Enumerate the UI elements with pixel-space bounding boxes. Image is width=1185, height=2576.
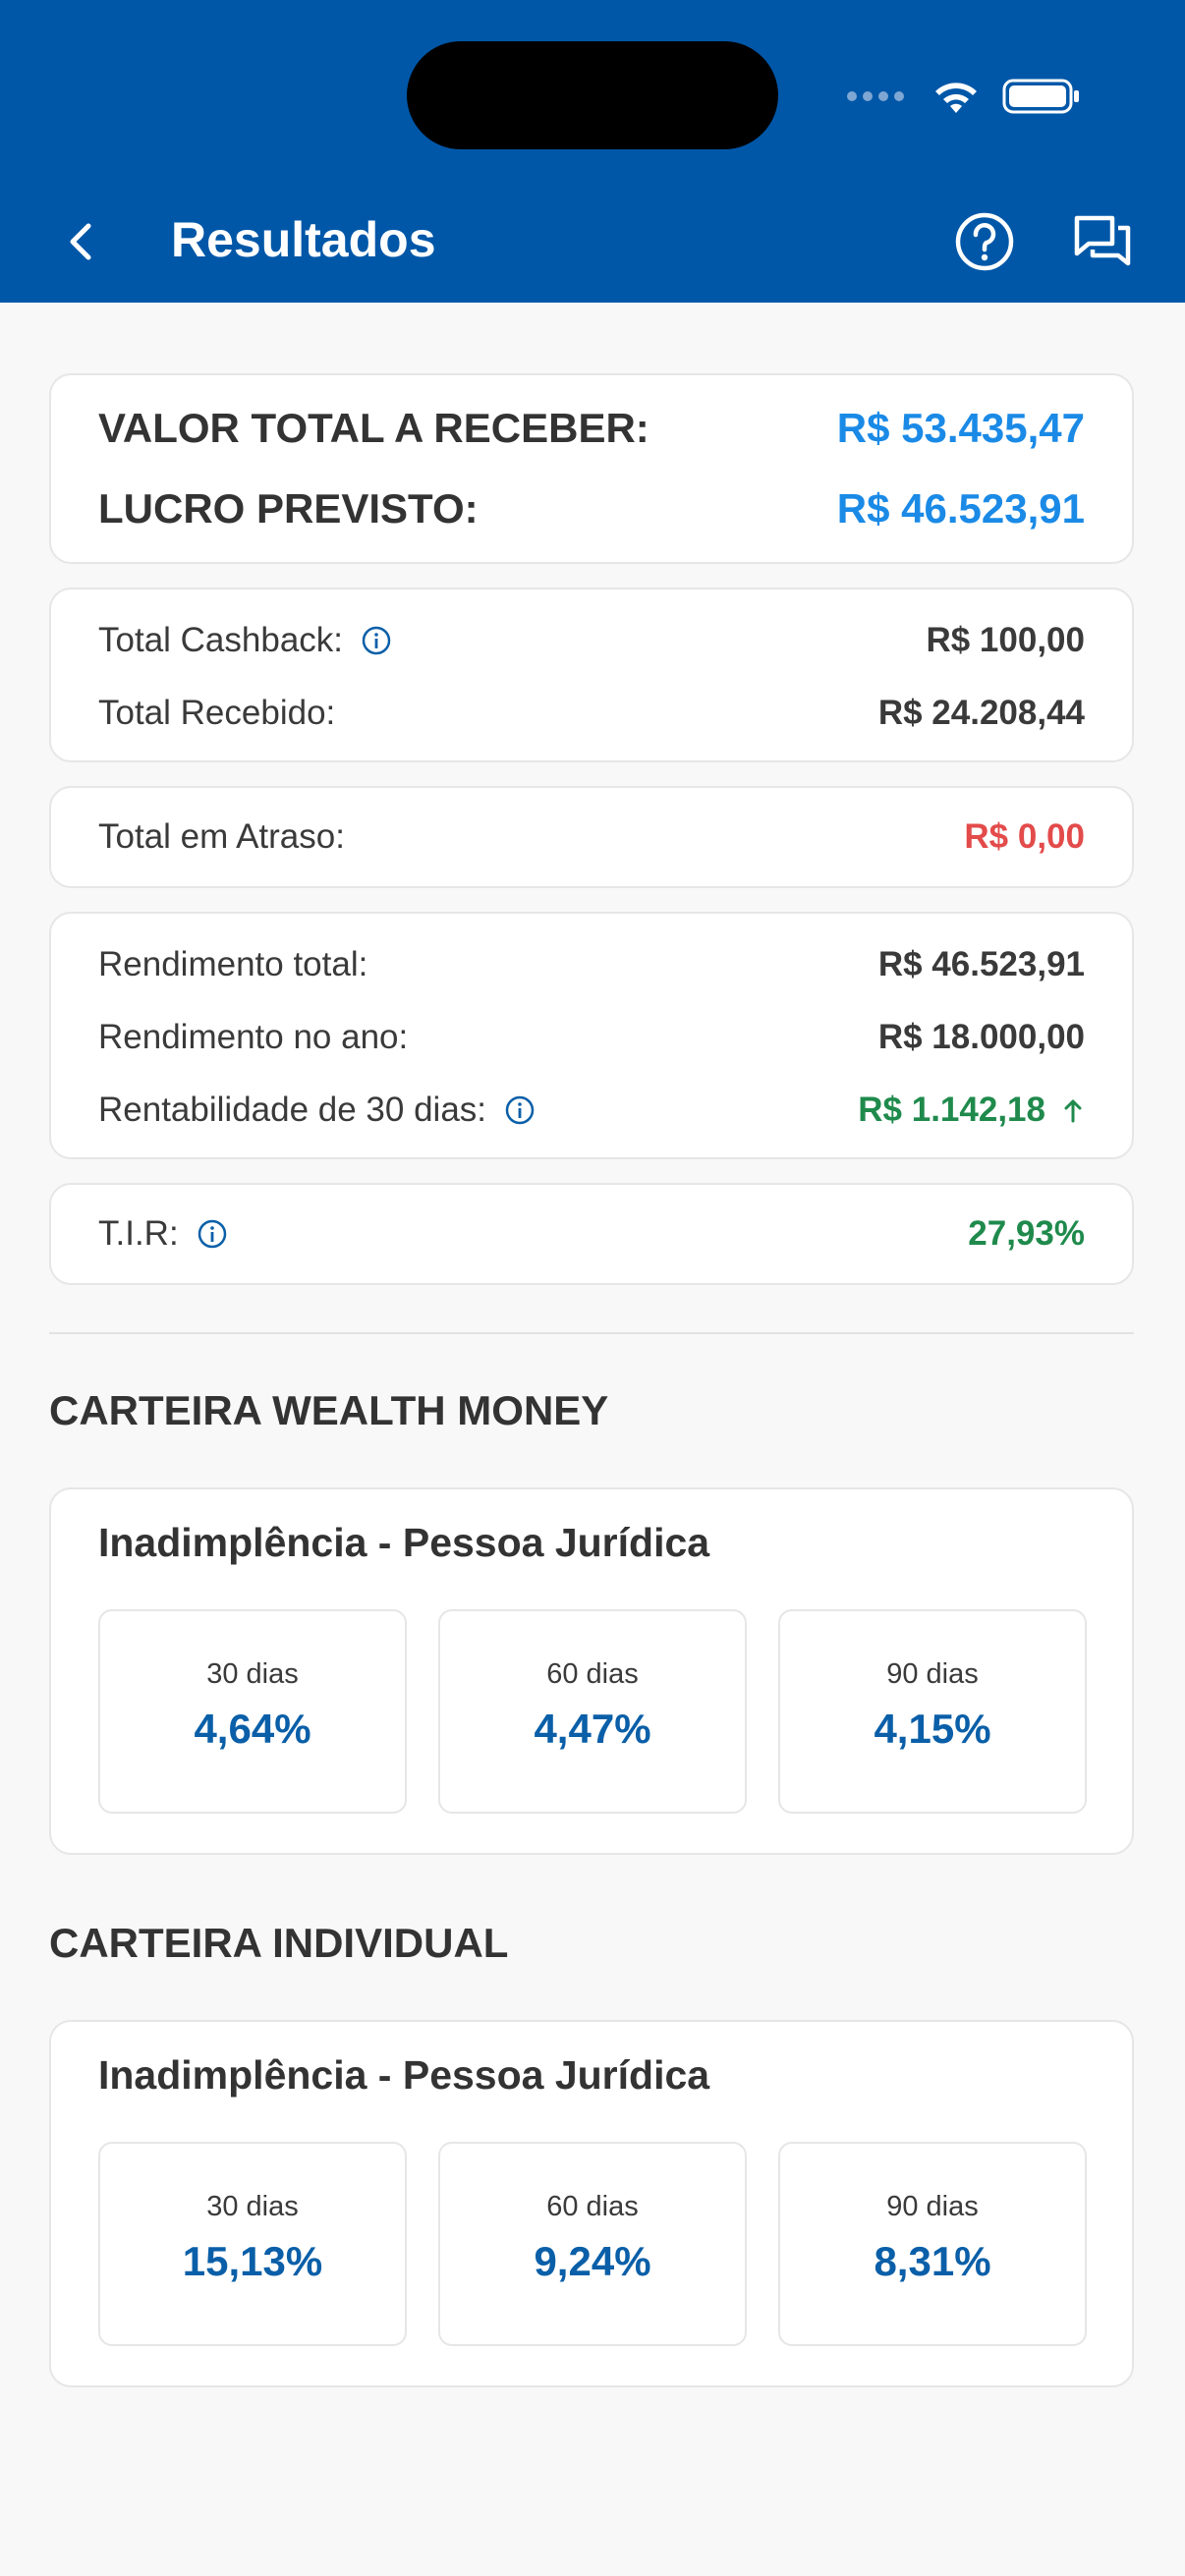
profit-30-days-value: R$ 1.142,18 <box>858 1091 1045 1129</box>
tir-value: 27,93% <box>968 1214 1085 1253</box>
expected-profit-row: LUCRO PREVISTO: R$ 46.523,91 <box>98 479 1085 538</box>
help-circle-icon <box>955 212 1014 271</box>
individual-stat-60: 60 dias 9,24% <box>438 2142 747 2346</box>
total-return-row: Rendimento total: R$ 46.523,91 <box>98 935 1085 994</box>
expected-profit-value: R$ 46.523,91 <box>836 485 1085 532</box>
year-return-label: Rendimento no ano: <box>98 1018 409 1056</box>
individual-default-card: Inadimplência - Pessoa Jurídica 30 dias … <box>49 2020 1134 2387</box>
total-return-value: R$ 46.523,91 <box>877 945 1085 983</box>
individual-stat-90: 90 dias 8,31% <box>778 2142 1087 2346</box>
help-button[interactable] <box>953 210 1016 273</box>
tir-label: T.I.R: <box>98 1214 179 1253</box>
stat-period: 90 dias <box>886 1658 979 1690</box>
cashback-card: Total Cashback: R$ 100,00 Total Recebido… <box>49 588 1134 762</box>
status-bar <box>847 69 1081 124</box>
individual-section-title: CARTEIRA INDIVIDUAL <box>49 1920 509 1966</box>
signal-icon <box>847 91 904 101</box>
stat-period: 60 dias <box>546 1658 639 1690</box>
wealth-default-card: Inadimplência - Pessoa Jurídica 30 dias … <box>49 1487 1134 1855</box>
stat-value: 9,24% <box>534 2238 651 2284</box>
wealth-stat-30: 30 dias 4,64% <box>98 1609 407 1814</box>
overdue-label: Total em Atraso: <box>98 817 345 856</box>
stat-period: 30 dias <box>206 1658 299 1690</box>
wealth-section-title: CARTEIRA WEALTH MONEY <box>49 1387 609 1433</box>
wealth-card-title: Inadimplência - Pessoa Jurídica <box>98 1520 710 1565</box>
wealth-stat-90: 90 dias 4,15% <box>778 1609 1087 1814</box>
total-received-label: Total Recebido: <box>98 694 336 732</box>
overdue-row: Total em Atraso: R$ 0,00 <box>98 808 1085 867</box>
battery-icon <box>1002 78 1081 115</box>
info-icon[interactable] <box>504 1094 536 1126</box>
summary-card: VALOR TOTAL A RECEBER: R$ 53.435,47 LUCR… <box>49 373 1134 564</box>
back-button[interactable] <box>49 214 112 269</box>
total-receivable-value: R$ 53.435,47 <box>836 405 1085 451</box>
chat-button[interactable] <box>1071 210 1134 273</box>
tir-card: T.I.R: 27,93% <box>49 1183 1134 1285</box>
stat-period: 30 dias <box>206 2191 299 2222</box>
chat-icon <box>1074 215 1131 266</box>
total-return-label: Rendimento total: <box>98 945 368 983</box>
stat-value: 4,47% <box>534 1706 651 1752</box>
chevron-left-icon <box>70 223 91 260</box>
year-return-value: R$ 18.000,00 <box>877 1018 1085 1056</box>
profit-30-days-row: Rentabilidade de 30 dias: R$ 1.142,18 <box>98 1081 1085 1140</box>
wealth-stat-60: 60 dias 4,47% <box>438 1609 747 1814</box>
stat-value: 4,64% <box>194 1706 311 1752</box>
stat-value: 4,15% <box>874 1706 991 1752</box>
stat-period: 90 dias <box>886 2191 979 2222</box>
wifi-icon <box>931 78 981 115</box>
page-title: Resultados <box>171 212 436 267</box>
stat-value: 15,13% <box>182 2238 323 2284</box>
navigation-bar: Resultados <box>0 193 1185 291</box>
arrow-up-icon <box>1064 1099 1082 1123</box>
expected-profit-label: LUCRO PREVISTO: <box>98 485 479 532</box>
overdue-value: R$ 0,00 <box>964 817 1085 856</box>
app-header: Resultados <box>0 0 1185 303</box>
returns-card: Rendimento total: R$ 46.523,91 Rendiment… <box>49 912 1134 1159</box>
individual-card-title: Inadimplência - Pessoa Jurídica <box>98 2052 710 2098</box>
info-icon[interactable] <box>361 625 392 656</box>
stat-value: 8,31% <box>874 2238 991 2284</box>
info-icon[interactable] <box>197 1218 228 1250</box>
total-received-row: Total Recebido: R$ 24.208,44 <box>98 684 1085 743</box>
individual-stat-30: 30 dias 15,13% <box>98 2142 407 2346</box>
total-cashback-value: R$ 100,00 <box>926 621 1085 659</box>
total-receivable-row: VALOR TOTAL A RECEBER: R$ 53.435,47 <box>98 399 1085 458</box>
section-divider <box>49 1332 1134 1334</box>
dynamic-island <box>407 41 778 149</box>
tir-row: T.I.R: 27,93% <box>98 1204 1085 1263</box>
total-cashback-row: Total Cashback: R$ 100,00 <box>98 611 1085 670</box>
total-receivable-label: VALOR TOTAL A RECEBER: <box>98 405 649 451</box>
overdue-card: Total em Atraso: R$ 0,00 <box>49 786 1134 888</box>
total-received-value: R$ 24.208,44 <box>877 694 1085 732</box>
stat-period: 60 dias <box>546 2191 639 2222</box>
year-return-row: Rendimento no ano: R$ 18.000,00 <box>98 1008 1085 1067</box>
profit-30-days-label: Rentabilidade de 30 dias: <box>98 1091 487 1129</box>
total-cashback-label: Total Cashback: <box>98 621 344 659</box>
